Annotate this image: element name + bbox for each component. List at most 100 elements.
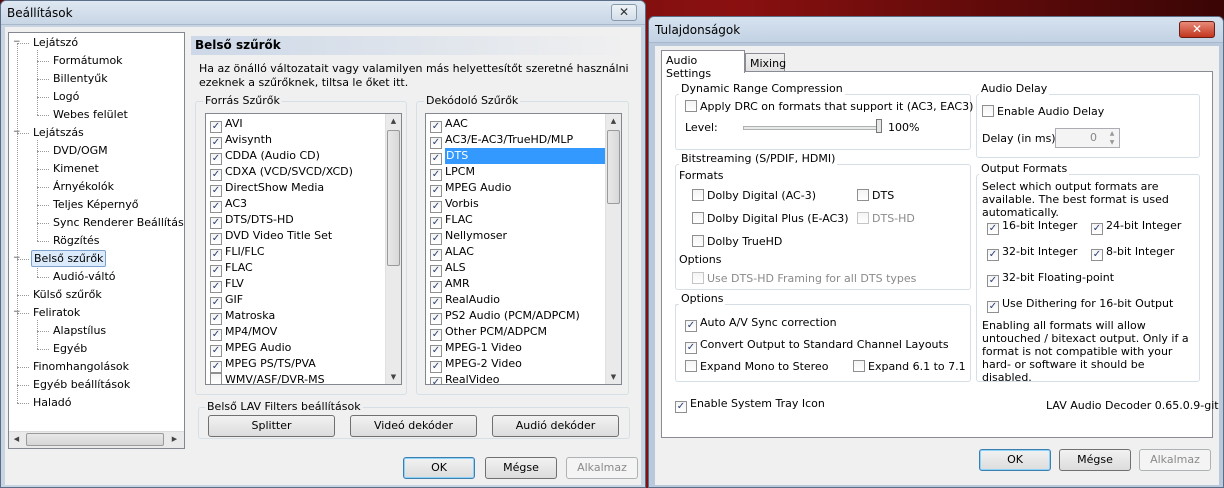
filter-checkbox[interactable]: ✓ CDDA (Audio CD) [208,148,384,165]
convert-layouts-checkbox[interactable]: ✓ Convert Output to Standard Channel Layo… [685,337,949,354]
int16-checkbox[interactable]: ✓ 16-bit Integer [987,218,1077,235]
tree-item[interactable]: Billentyűk [51,70,110,88]
spin-arrows-icon[interactable]: ▲ ▼ [1105,129,1119,147]
filter-checkbox[interactable]: ✓ Nellymoser [428,228,604,245]
filter-checkbox[interactable]: ✓ AAC [428,116,604,133]
filter-checkbox[interactable]: ✓ CDXA (VCD/SVCD/XCD) [208,164,384,181]
dtshd-framing-checkbox[interactable]: Use DTS-HD Framing for all DTS types [692,271,916,287]
tree-item[interactable]: Külső szűrők [31,286,104,304]
tab-audio-settings[interactable]: Audio Settings [661,50,745,80]
filter-checkbox[interactable]: ✓ DVD Video Title Set [208,228,384,245]
filter-checkbox[interactable]: ✓ MPEG-2 Video [428,356,604,373]
apply-button[interactable]: Alkalmaz [566,457,638,479]
filter-checkbox[interactable]: ✓ Vorbis [428,196,604,213]
filter-checkbox[interactable]: ✓ RealAudio [428,292,604,309]
cancel-button[interactable]: Mégse [1059,449,1131,471]
truehd-checkbox[interactable]: Dolby TrueHD [692,234,782,250]
filter-checkbox[interactable]: ✓ FLAC [428,212,604,229]
scroll-thumb[interactable] [607,130,620,204]
int32-checkbox[interactable]: ✓ 32-bit Integer [987,244,1077,261]
tree-item[interactable]: Haladó [31,394,74,412]
ac3-checkbox[interactable]: Dolby Digital (AC-3) [692,188,816,204]
tree-item[interactable]: Formátumok [51,52,125,70]
dts-checkbox[interactable]: DTS [857,188,894,204]
filter-checkbox[interactable]: ✓ PS2 Audio (PCM/ADPCM) [428,308,604,325]
vertical-scrollbar[interactable]: ▲ ▼ [605,114,621,384]
drc-level-slider[interactable] [743,126,879,130]
tree-hscrollbar[interactable]: ◀ ▶ [9,431,184,448]
filter-checkbox[interactable]: ✓ MPEG Audio [428,180,604,197]
filter-checkbox[interactable]: ✓ Matroska [208,308,384,325]
scroll-down-icon[interactable]: ▼ [606,373,621,381]
tree-item[interactable]: Finomhangolások [31,358,131,376]
filter-checkbox[interactable]: ✓ LPCM [428,164,604,181]
scroll-thumb[interactable] [26,433,164,446]
filter-checkbox[interactable]: ✓ DirectShow Media [208,180,384,197]
filter-checkbox[interactable]: ✓ AC3/E-AC3/TrueHD/MLP [428,132,604,149]
scroll-up-icon[interactable]: ▲ [606,117,621,125]
system-tray-checkbox[interactable]: ✓ Enable System Tray Icon [675,396,825,413]
autosync-checkbox[interactable]: ✓ Auto A/V Sync correction [685,315,837,332]
ok-button[interactable]: OK [403,457,475,479]
filter-checkbox[interactable]: WMV/ASF/DVR-MS [208,372,384,384]
filter-checkbox[interactable]: ✓ MPEG Audio [208,340,384,357]
filter-checkbox[interactable]: ✓ MPEG-1 Video [428,340,604,357]
filter-checkbox[interactable]: ✓ AC3 [208,196,384,213]
dithering-checkbox[interactable]: ✓ Use Dithering for 16-bit Output [987,296,1173,313]
tree-item[interactable]: Teljes Képernyő [51,196,140,214]
decoder-filters-list[interactable]: ✓ AAC ✓ AC3/E-AC3/TrueHD/MLP ✓ DTS ✓ LPCM ✓ MPEG … [425,113,622,385]
splitter-button[interactable]: Splitter [208,415,335,437]
dtshd-checkbox[interactable]: DTS-HD [857,211,915,227]
mono-stereo-checkbox[interactable]: Expand Mono to Stereo [685,359,828,375]
tree-item[interactable]: Lejátszás [31,124,86,142]
tree-item[interactable]: Sync Renderer Beállítások [51,214,184,232]
filter-checkbox[interactable]: ✓ FLV [208,276,384,293]
audio-decoder-button[interactable]: Audió dekóder [492,415,619,437]
tab-mixing[interactable]: Mixing [745,53,786,72]
filter-checkbox[interactable]: ✓ MPEG PS/TS/PVA [208,356,384,373]
eac3-checkbox[interactable]: Dolby Digital Plus (E-AC3) [692,211,849,227]
filter-checkbox[interactable]: ✓ Other PCM/ADPCM [428,324,604,341]
filter-checkbox[interactable]: ✓ ALAC [428,244,604,261]
scroll-up-icon[interactable]: ▲ [386,117,401,125]
tree-item[interactable]: Rögzítés [51,232,102,250]
tree-item[interactable]: Feliratok [31,304,82,322]
tree-item[interactable]: DVD/OGM [51,142,110,160]
tree-item[interactable]: Webes felület [51,106,130,124]
tree-item[interactable]: Belső szűrők [31,250,107,267]
expand-61-checkbox[interactable]: Expand 6.1 to 7.1 [853,359,966,375]
filter-checkbox[interactable]: ✓ MP4/MOV [208,324,384,341]
tree-item[interactable]: Audió-váltó [51,268,118,286]
filter-checkbox[interactable]: ✓ AMR [428,276,604,293]
close-icon[interactable]: ✕ [611,4,637,21]
filter-checkbox[interactable]: ✓ DTS [428,148,605,165]
filter-checkbox[interactable]: ✓ Avisynth [208,132,384,149]
int8-checkbox[interactable]: ✓ 8-bit Integer [1091,244,1174,261]
settings-tree[interactable]: − Lejátszó Formátumok Billentyűk Logó Webes f… [8,32,185,449]
filter-checkbox[interactable]: ✓ FLI/FLC [208,244,384,261]
int24-checkbox[interactable]: ✓ 24-bit Integer [1091,218,1181,235]
scroll-down-icon[interactable]: ▼ [386,373,401,381]
tree-item[interactable]: Árnyékolók [51,178,116,196]
filter-checkbox[interactable]: ✓ FLAC [208,260,384,277]
cancel-button[interactable]: Mégse [485,457,557,479]
tree-item[interactable]: Lejátszó [31,34,80,52]
source-filters-list[interactable]: ✓ AVI ✓ Avisynth ✓ CDDA (Audio CD) ✓ CDXA (VCD/… [205,113,402,385]
scroll-right-icon[interactable]: ▶ [167,435,182,443]
filter-checkbox[interactable]: ✓ GIF [208,292,384,309]
tree-item[interactable]: Alapstílus [51,322,108,340]
close-icon[interactable]: ✕ [1179,21,1215,38]
apply-button[interactable]: Alkalmaz [1139,449,1211,471]
tree-item[interactable]: Kimenet [51,160,101,178]
slider-thumb[interactable] [876,119,882,133]
scroll-left-icon[interactable]: ◀ [9,435,24,443]
tree-item[interactable]: Egyéb beállítások [31,376,132,394]
ok-button[interactable]: OK [979,449,1051,471]
video-decoder-button[interactable]: Videó dekóder [350,415,477,437]
filter-checkbox[interactable]: ✓ DTS/DTS-HD [208,212,384,229]
float32-checkbox[interactable]: ✓ 32-bit Floating-point [987,270,1114,287]
vertical-scrollbar[interactable]: ▲ ▼ [385,114,401,384]
filter-checkbox[interactable]: ✓ AVI [208,116,384,133]
scroll-thumb[interactable] [387,130,400,266]
apply-drc-checkbox[interactable]: Apply DRC on formats that support it (AC… [685,99,973,115]
